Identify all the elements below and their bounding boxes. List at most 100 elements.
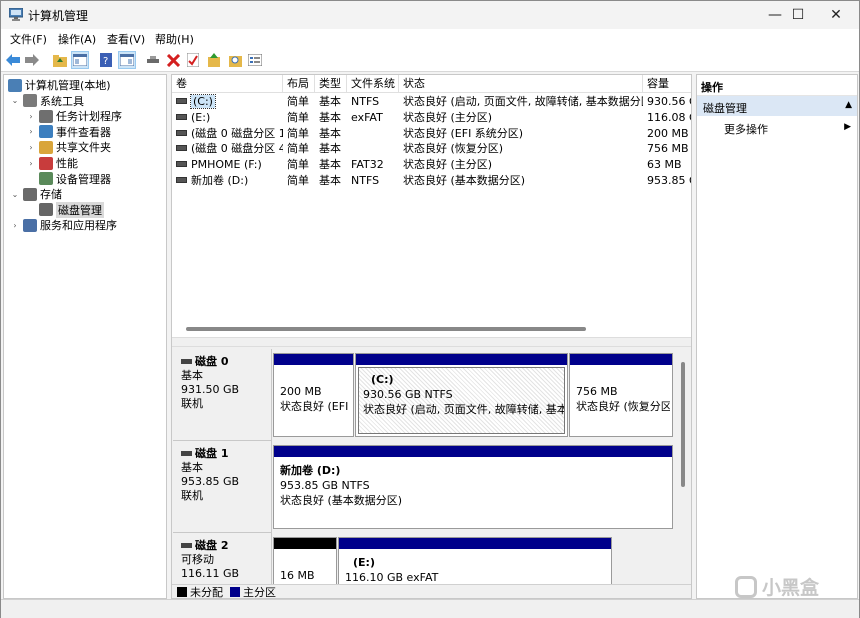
column-filesystem[interactable]: 文件系统	[347, 75, 399, 93]
tree-item[interactable]: 计算机管理(本地)	[8, 77, 111, 93]
help-button[interactable]: ?	[97, 51, 115, 69]
properties-button[interactable]	[184, 51, 202, 69]
tree-item[interactable]: › 任务计划程序	[26, 108, 122, 124]
tree-item[interactable]: › 服务和应用程序	[10, 217, 117, 233]
tree-item-label: 设备管理器	[56, 172, 111, 186]
volume-cell: 200 MB	[647, 126, 689, 140]
watermark: 小黑盒	[735, 573, 819, 600]
chevron-right-icon[interactable]: ›	[26, 143, 36, 152]
volume-cell: 基本	[319, 174, 341, 187]
computer-management-window: 计算机管理 — ☐ ✕ 文件(F) 操作(A) 查看(V) 帮助(H) ? 计算…	[0, 0, 860, 618]
tree-item[interactable]: ⌄ 存储	[10, 186, 62, 202]
chevron-right-icon[interactable]: ›	[26, 159, 36, 168]
chevron-right-icon[interactable]: ›	[26, 127, 36, 136]
horizontal-scrollbar[interactable]	[186, 327, 586, 331]
column-status[interactable]: 状态	[399, 75, 643, 93]
delete-button[interactable]	[164, 51, 182, 69]
actions-section-disk-management[interactable]: 磁盘管理 ▲	[697, 96, 857, 116]
tree-item-label: 存储	[40, 188, 62, 202]
forward-button[interactable]	[23, 51, 41, 69]
watermark-text: 小黑盒	[762, 577, 820, 599]
export-icon	[208, 53, 220, 67]
disk-0-partition-recovery[interactable]: 756 MB 状态良好 (恢复分区	[569, 353, 673, 437]
search-folder-icon	[228, 56, 242, 67]
volume-cell: (E:)	[172, 110, 283, 126]
show-hide-action-pane-button[interactable]	[118, 51, 136, 69]
tree-item[interactable]: › 共享文件夹	[26, 139, 111, 155]
chevron-down-icon[interactable]: ⌄	[10, 190, 20, 199]
tree-item-label: 事件查看器	[56, 125, 111, 139]
volume-row[interactable]: (E:) 简单基本 exFAT 状态良好 (主分区) 116.08 G	[172, 110, 691, 126]
tree-item[interactable]: ⌄ 系统工具	[10, 93, 84, 109]
tree-item-label: 磁盘管理	[56, 201, 104, 218]
disk-0-partition-efi[interactable]: 200 MB 状态良好 (EFI 系	[273, 353, 354, 437]
tree-item[interactable]: 设备管理器	[26, 171, 111, 187]
tree-item[interactable]: › 性能	[26, 155, 78, 171]
more-actions-item[interactable]: 更多操作 ▶	[697, 119, 857, 137]
volume-row[interactable]: (C:) 简单 基本 NTFS 状态良好 (启动, 页面文件, 故障转储, 基本数据分区…	[172, 94, 691, 110]
tree-item[interactable]: 磁盘管理	[26, 201, 104, 218]
event-viewer-icon	[39, 125, 53, 139]
volume-row[interactable]: (磁盘 0 磁盘分区 1) 简单 基本 状态良好 (EFI 系统分区) 200 MB	[172, 126, 691, 142]
partition-title: (C:)	[371, 373, 394, 386]
back-button[interactable]	[4, 51, 22, 69]
connect-button[interactable]	[144, 51, 162, 69]
partition-size: 930.56 GB NTFS	[363, 388, 453, 401]
volume-cell: NTFS	[351, 95, 380, 108]
chevron-right-icon[interactable]: ›	[10, 221, 20, 230]
volume-name: 新加卷 (D:)	[191, 174, 249, 187]
volume-cell: 新加卷 (D:)	[172, 173, 283, 189]
disk-2-partition-unallocated[interactable]: 16 MB	[273, 537, 337, 584]
search-button[interactable]	[226, 51, 244, 69]
disk-1-label[interactable]: 磁盘 1 基本 953.85 GB 联机	[173, 441, 272, 533]
tree-item-label: 性能	[56, 157, 78, 170]
disk-icon	[181, 542, 192, 548]
list-view-button[interactable]	[246, 51, 264, 69]
volume-row[interactable]: PMHOME (F:) 简单 基本 FAT32 状态良好 (主分区) 63 MB	[172, 157, 691, 173]
title-bar[interactable]: 计算机管理 — ☐ ✕	[1, 1, 859, 29]
vertical-scrollbar[interactable]	[681, 362, 685, 487]
chevron-right-icon[interactable]: ›	[26, 112, 36, 121]
chevron-down-icon[interactable]: ⌄	[10, 96, 20, 105]
submenu-arrow-icon: ▶	[844, 122, 851, 132]
column-volume[interactable]: 卷	[172, 75, 283, 93]
partition-info: (C:) 930.56 GB NTFS 状态良好 (启动, 页面文件, 故障转储…	[358, 367, 565, 434]
legend-primary-swatch	[230, 587, 240, 597]
list-view-icon	[248, 54, 262, 66]
tree-item[interactable]: › 事件查看器	[26, 124, 111, 140]
export-button[interactable]	[205, 51, 223, 69]
device-manager-icon	[39, 172, 53, 186]
menu-help[interactable]: 帮助(H)	[155, 31, 194, 47]
column-capacity[interactable]: 容量	[643, 75, 691, 93]
pane-splitter[interactable]	[172, 337, 691, 347]
close-button[interactable]: ✕	[813, 1, 859, 29]
disk-2-label[interactable]: 磁盘 2 可移动 116.11 GB	[173, 533, 272, 584]
up-level-button[interactable]	[51, 51, 69, 69]
column-type[interactable]: 类型	[315, 75, 347, 93]
action-pane-icon	[120, 54, 134, 66]
volume-cell: PMHOME (F:)	[172, 157, 283, 173]
column-layout[interactable]: 布局	[283, 75, 315, 93]
menu-file[interactable]: 文件(F)	[10, 31, 47, 47]
volume-row[interactable]: 新加卷 (D:) 简单基本 NTFS 状态良好 (基本数据分区) 953.85 G	[172, 173, 691, 189]
volume-name: (磁盘 0 磁盘分区 4)	[191, 142, 283, 156]
disk-0-label[interactable]: 磁盘 0 基本 931.50 GB 联机	[173, 349, 272, 441]
disk-0-partition-c[interactable]: (C:) 930.56 GB NTFS 状态良好 (启动, 页面文件, 故障转储…	[355, 353, 568, 437]
menu-action[interactable]: 操作(A)	[58, 31, 96, 47]
drive-icon	[176, 161, 187, 168]
volume-row[interactable]: (磁盘 0 磁盘分区 4) 简单 基本 状态良好 (恢复分区) 756 MB	[172, 141, 691, 157]
partition-info: 200 MB 状态良好 (EFI 系	[276, 367, 351, 434]
volume-cell: FAT32	[351, 158, 384, 172]
disk-management-icon	[39, 203, 53, 217]
show-hide-console-tree-button[interactable]	[71, 51, 89, 69]
connect-icon	[147, 56, 159, 63]
disk-1-partition-d[interactable]: 新加卷 (D:) 953.85 GB NTFS 状态良好 (基本数据分区)	[273, 445, 673, 529]
tools-icon	[23, 94, 37, 108]
volume-cell: exFAT	[351, 110, 383, 124]
clock-icon	[39, 109, 53, 123]
volume-cell: 状态良好 (EFI 系统分区)	[403, 126, 524, 140]
disk-2-partition-e[interactable]: (E:) 116.10 GB exFAT	[338, 537, 612, 584]
menu-view[interactable]: 查看(V)	[107, 31, 145, 47]
volume-cell	[347, 141, 399, 157]
volume-cell: 简单	[287, 126, 309, 140]
